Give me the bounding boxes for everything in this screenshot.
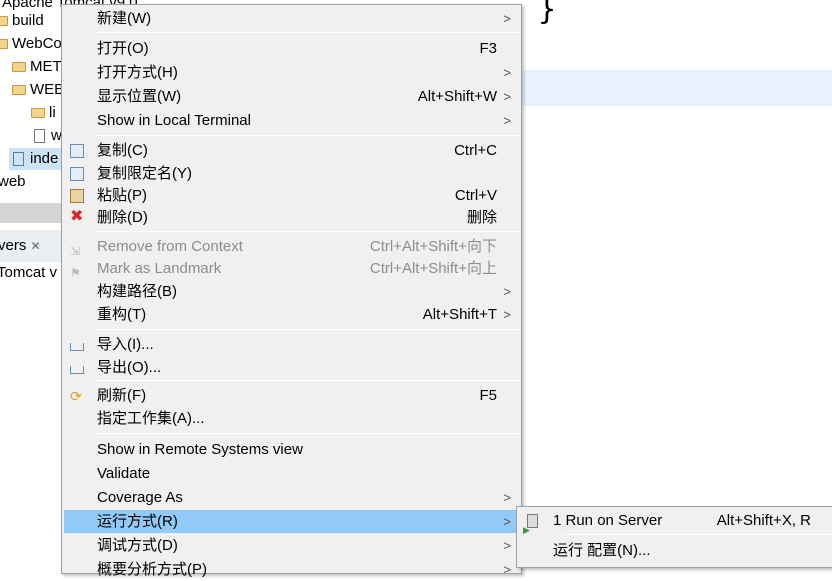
- landmark-icon: ⚑: [70, 266, 81, 280]
- menu-item-coverage-as[interactable]: Coverage As >: [64, 486, 519, 509]
- editor-current-line: [521, 70, 832, 106]
- menu-item-paste[interactable]: 粘贴(P) Ctrl+V: [64, 184, 519, 207]
- folder-icon: [12, 85, 26, 96]
- chevron-right-icon: >: [503, 490, 511, 505]
- xml-file-icon: [34, 129, 45, 144]
- separator: [95, 231, 519, 232]
- menu-item-run-configurations[interactable]: 运行 配置(N)...: [519, 539, 832, 562]
- copy-qualified-name-icon: [70, 167, 84, 181]
- server-entry[interactable]: Tomcat v: [0, 262, 57, 284]
- servers-tab[interactable]: vers ✕: [0, 235, 41, 257]
- folder-icon: [31, 108, 45, 119]
- separator: [95, 433, 519, 434]
- tree-item-web-xml[interactable]: w: [34, 125, 62, 147]
- menu-item-open[interactable]: 打开(O) F3: [64, 37, 519, 60]
- tree-item-web[interactable]: web: [0, 171, 26, 193]
- chevron-right-icon: >: [503, 514, 511, 529]
- menu-item-delete[interactable]: ✖ 删除(D) 删除: [64, 206, 519, 229]
- run-on-server-icon: ▶: [523, 514, 538, 535]
- separator: [95, 32, 519, 33]
- menu-item-copy-qualified-name[interactable]: 复制限定名(Y): [64, 162, 519, 185]
- menu-item-validate[interactable]: Validate: [64, 462, 519, 485]
- folder-icon: [0, 16, 8, 27]
- menu-item-refactor[interactable]: 重构(T) Alt+Shift+T >: [64, 303, 519, 326]
- chevron-right-icon: >: [503, 562, 511, 577]
- refresh-icon: ⟳: [70, 388, 82, 404]
- chevron-right-icon: >: [503, 113, 511, 128]
- separator: [95, 380, 519, 381]
- tree-item-webcontent[interactable]: WebCo: [0, 33, 62, 55]
- copy-icon: [70, 144, 84, 158]
- folder-icon: [0, 39, 8, 50]
- chevron-right-icon: >: [503, 11, 511, 26]
- chevron-right-icon: >: [503, 307, 511, 322]
- export-icon: [70, 366, 84, 374]
- close-icon[interactable]: ✕: [31, 239, 41, 253]
- menu-item-import[interactable]: 导入(I)...: [64, 333, 519, 356]
- tree-item-web-inf[interactable]: WEB: [12, 79, 64, 101]
- tree-item-build[interactable]: build: [0, 10, 44, 32]
- menu-item-profile-as[interactable]: 概要分析方式(P) >: [64, 558, 519, 581]
- tree-item-index[interactable]: inde: [9, 148, 69, 170]
- menu-item-copy[interactable]: 复制(C) Ctrl+C: [64, 139, 519, 162]
- tree-item-meta-inf[interactable]: METI: [12, 56, 66, 78]
- editor-brace: }: [538, 0, 557, 27]
- menu-item-remove-from-context[interactable]: ⇲ Remove from Context Ctrl+Alt+Shift+向下: [64, 235, 519, 258]
- delete-icon: ✖: [70, 208, 84, 225]
- chevron-right-icon: >: [503, 89, 511, 104]
- menu-item-run-on-server[interactable]: ▶ 1 Run on Server Alt+Shift+X, R: [519, 509, 832, 535]
- chevron-right-icon: >: [503, 538, 511, 553]
- remove-context-icon: ⇲: [70, 244, 81, 258]
- menu-item-refresh[interactable]: ⟳ 刷新(F) F5: [64, 384, 519, 407]
- menu-item-run-as[interactable]: 运行方式(R) >: [64, 510, 519, 533]
- run-as-submenu: ▶ 1 Run on Server Alt+Shift+X, R 运行 配置(N).…: [516, 506, 832, 568]
- menu-item-export[interactable]: 导出(O)...: [64, 356, 519, 379]
- paste-icon: [70, 189, 84, 203]
- menu-item-new[interactable]: 新建(W) >: [64, 7, 519, 30]
- menu-item-mark-as-landmark[interactable]: ⚑ Mark as Landmark Ctrl+Alt+Shift+向上: [64, 257, 519, 280]
- project-explorer: Apache Tomcat v9.0 ... build WebCo METI …: [0, 0, 154, 565]
- menu-item-show-in-local-terminal[interactable]: Show in Local Terminal >: [64, 109, 519, 132]
- import-icon: [70, 343, 84, 351]
- menu-item-debug-as[interactable]: 调试方式(D) >: [64, 534, 519, 557]
- chevron-right-icon: >: [503, 284, 511, 299]
- menu-item-show-in[interactable]: 显示位置(W) Alt+Shift+W >: [64, 85, 519, 108]
- folder-icon: [12, 62, 26, 73]
- menu-item-build-path[interactable]: 构建路径(B) >: [64, 280, 519, 303]
- chevron-right-icon: >: [503, 65, 511, 80]
- context-menu: 新建(W) > 打开(O) F3 打开方式(H) > 显示位置(W) Alt+Shift…: [61, 4, 522, 578]
- tree-item-lib[interactable]: li: [31, 102, 56, 124]
- menu-item-open-with[interactable]: 打开方式(H) >: [64, 61, 519, 84]
- menu-item-assign-working-sets[interactable]: 指定工作集(A)...: [64, 407, 519, 430]
- separator: [95, 329, 519, 330]
- horizontal-scrollbar[interactable]: [0, 203, 62, 223]
- menu-item-show-in-remote-systems[interactable]: Show in Remote Systems view: [64, 438, 519, 461]
- jsp-file-icon: [13, 152, 24, 167]
- separator: [563, 534, 832, 535]
- separator: [95, 135, 519, 136]
